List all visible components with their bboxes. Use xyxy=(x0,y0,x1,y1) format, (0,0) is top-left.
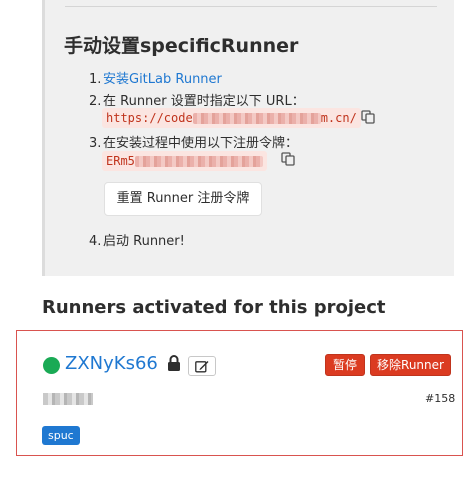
lock-icon xyxy=(167,355,181,376)
url-prefix: https://code xyxy=(106,111,193,125)
redacted-token-part xyxy=(134,156,263,167)
runner-tag-badge: spuc xyxy=(42,426,80,445)
specific-runner-setup-panel: 手动设置specificRunner 1. 安装GitLab Runner 2. 在… xyxy=(42,0,454,276)
edit-icon xyxy=(195,361,209,373)
redacted-runner-description xyxy=(43,393,93,405)
step-number: 2. xyxy=(89,94,102,109)
url-suffix: m.cn/ xyxy=(320,111,357,125)
token-prefix: ERm5 xyxy=(106,154,135,168)
copy-icon xyxy=(281,152,295,166)
step-number: 3. xyxy=(89,136,102,151)
runner-status-indicator xyxy=(43,357,60,374)
copy-icon xyxy=(361,110,375,124)
runner-token-link[interactable]: ZXNyKs66 xyxy=(65,353,158,374)
step-number: 4. xyxy=(89,234,102,249)
step-text: 在 Runner 设置时指定以下 URL： xyxy=(103,94,305,109)
copy-token-button[interactable] xyxy=(281,152,295,166)
setup-title: 手动设置specificRunner xyxy=(64,35,299,57)
edit-runner-button[interactable] xyxy=(188,356,216,376)
redacted-url-part xyxy=(192,113,321,124)
runner-card: ZXNyKs66 暂停 移除Runner #158 spuc xyxy=(16,330,463,456)
step-text: 启动 Runner! xyxy=(103,234,185,249)
step-url: 2. 在 Runner 设置时指定以下 URL： xyxy=(89,90,305,109)
remove-runner-button[interactable]: 移除Runner xyxy=(370,354,451,376)
install-runner-link[interactable]: 安装GitLab Runner xyxy=(103,72,222,87)
copy-url-button[interactable] xyxy=(361,110,375,124)
reset-registration-token-button[interactable]: 重置 Runner 注册令牌 xyxy=(104,182,262,216)
pause-runner-button[interactable]: 暂停 xyxy=(325,354,365,376)
coordinator-url: https://code m.cn/ xyxy=(102,108,361,128)
step-number: 1. xyxy=(89,72,102,87)
step-install: 1. 安装GitLab Runner xyxy=(89,68,222,87)
registration-token: ERm5 xyxy=(102,151,267,171)
divider xyxy=(65,6,437,7)
runner-id: #158 xyxy=(425,392,456,405)
runners-section-title: Runners activated for this project xyxy=(42,297,386,318)
step-start: 4. 启动 Runner! xyxy=(89,230,185,249)
step-token: 3. 在安装过程中使用以下注册令牌： xyxy=(89,132,298,151)
step-text: 在安装过程中使用以下注册令牌： xyxy=(103,136,299,151)
